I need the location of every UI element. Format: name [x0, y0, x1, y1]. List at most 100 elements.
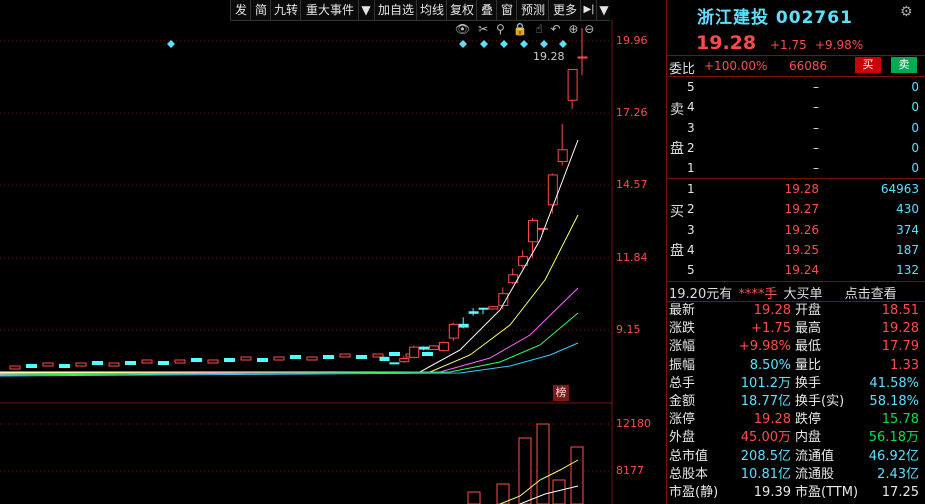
- stat-label-2: 流通值: [795, 448, 835, 464]
- small-candle: [125, 361, 136, 365]
- buy-row[interactable]: 3 19.26 374: [667, 220, 925, 240]
- sell-row[interactable]: 2 – 0: [667, 138, 925, 158]
- weibi-diff: 66086: [789, 59, 828, 73]
- candle-body: [478, 307, 489, 310]
- buy-price: 19.28: [784, 182, 819, 196]
- sell-button[interactable]: 卖: [891, 57, 917, 73]
- buy-level: 3: [687, 222, 695, 237]
- sell-level: 1: [687, 161, 695, 176]
- zoom-in-icon[interactable]: ⊕: [568, 22, 578, 36]
- scissors-icon[interactable]: ✂: [478, 22, 488, 36]
- buy-volume: 132: [896, 263, 919, 278]
- stat-label: 总手: [669, 375, 696, 391]
- ma-line-5: [0, 342, 579, 377]
- small-candle: [257, 358, 268, 362]
- small-candle: [92, 361, 103, 365]
- buy-price: 19.26: [784, 222, 819, 237]
- small-candle: [224, 358, 235, 362]
- hand-icon[interactable]: ☝: [535, 22, 542, 36]
- candle-body: [458, 323, 469, 328]
- lock-icon[interactable]: 🔒: [513, 22, 528, 36]
- small-candle: [42, 362, 54, 367]
- sell-level: 3: [687, 120, 695, 135]
- candle-body: [577, 56, 588, 59]
- stat-value: 208.5亿: [740, 448, 791, 464]
- sell-row[interactable]: 5 – 0: [667, 77, 925, 97]
- volume-bar: [467, 491, 481, 504]
- kline-chart-area[interactable]: 发 简 九转 重大事件 ▼ 加自选 均线 复权 叠 窗 预测 更多 ▶| ▼ 1…: [0, 0, 665, 504]
- small-candle: [191, 358, 202, 362]
- stat-label-2: 跌停: [795, 412, 822, 428]
- quote-panel: 浙江建投 002761 ⚙ 19.28 +1.75 +9.98% 委比 +100…: [666, 0, 925, 504]
- stat-row: 涨幅 +9.98% 最低 17.79: [667, 337, 925, 357]
- sell-row[interactable]: 3 – 0: [667, 118, 925, 138]
- stat-value: +9.98%: [738, 339, 791, 355]
- bigorder-type: 大买单: [783, 287, 823, 302]
- candle-body: [557, 149, 568, 163]
- ma-line-1: [0, 139, 579, 373]
- candle-body: [468, 311, 479, 314]
- buy-button[interactable]: 买: [855, 57, 881, 73]
- stat-label: 振幅: [669, 357, 696, 373]
- bigorder-check-link[interactable]: 点击查看: [845, 287, 897, 302]
- candle-body: [379, 356, 390, 361]
- small-candle: [240, 356, 252, 361]
- buy-row[interactable]: 4 19.25 187: [667, 240, 925, 260]
- sell-row[interactable]: 1 – 0: [667, 158, 925, 178]
- ma-line-4: [0, 312, 579, 376]
- small-candle: [323, 355, 334, 359]
- small-candle: [372, 353, 384, 358]
- sell-row[interactable]: 4 – 0: [667, 97, 925, 117]
- candle-body: [488, 306, 499, 310]
- eye-icon[interactable]: 👁: [455, 22, 470, 36]
- buy-level: 2: [687, 202, 695, 217]
- stat-label: 金额: [669, 394, 696, 409]
- stat-label: 涨跌: [669, 321, 696, 337]
- stat-label-2: 开盘: [795, 303, 822, 318]
- stat-label: 市盈(静): [669, 485, 719, 500]
- stat-row: 涨停 19.28 跌停 15.78: [667, 410, 925, 430]
- candle-body: [438, 341, 449, 352]
- stat-value-2: 41.58%: [869, 375, 919, 391]
- sell-level: 5: [687, 80, 695, 94]
- buy-row[interactable]: 2 19.27 430: [667, 199, 925, 219]
- bigorder-row[interactable]: 19.20元有 ****手 大买单 点击查看: [669, 283, 897, 302]
- candle-body: [448, 323, 459, 339]
- stat-label-2: 内盘: [795, 430, 822, 446]
- stat-value-2: 17.79: [881, 339, 919, 355]
- current-price: 19.28: [696, 32, 757, 54]
- sell-volume: 0: [911, 120, 919, 135]
- event-diamond: [540, 40, 548, 48]
- zoom-out-icon[interactable]: ⊖: [584, 22, 594, 36]
- buy-volume: 187: [896, 242, 919, 257]
- stat-value: 19.28: [753, 303, 791, 318]
- price-tick-4: 11.84: [616, 251, 648, 264]
- small-candle: [290, 355, 301, 359]
- sell-level: 4: [687, 100, 695, 115]
- buy-row[interactable]: 5 19.24 132: [667, 260, 925, 280]
- stat-label: 最新: [669, 303, 696, 318]
- small-candle: [356, 355, 367, 359]
- gear-icon[interactable]: ⚙: [900, 4, 913, 20]
- stock-title: 浙江建投 002761: [697, 3, 853, 28]
- price-tick-5: 9.15: [616, 323, 641, 336]
- small-candle: [207, 359, 219, 364]
- event-diamond: [480, 40, 488, 48]
- bigorder-price: 19.20元有: [669, 287, 733, 302]
- buy-volume: 374: [896, 222, 919, 237]
- buy-level: 1: [687, 182, 695, 196]
- pin-icon[interactable]: ⚲: [496, 22, 505, 36]
- price-change: +1.75: [770, 38, 807, 52]
- stat-value-2: 18.51: [881, 303, 919, 318]
- undo-icon[interactable]: ↶: [551, 22, 561, 36]
- stat-value: 18.77亿: [740, 394, 791, 409]
- weibi-label: 委比: [669, 62, 696, 77]
- price-change-pct: +9.98%: [815, 38, 864, 52]
- rank-marker[interactable]: 榜: [553, 385, 569, 401]
- small-candle: [174, 359, 186, 364]
- stat-row: 最新 19.28 开盘 18.51: [667, 301, 925, 321]
- small-candle: [339, 353, 351, 358]
- sell-price: –: [813, 161, 819, 176]
- buy-row[interactable]: 1 19.28 64963: [667, 179, 925, 199]
- buy-level: 5: [687, 263, 695, 278]
